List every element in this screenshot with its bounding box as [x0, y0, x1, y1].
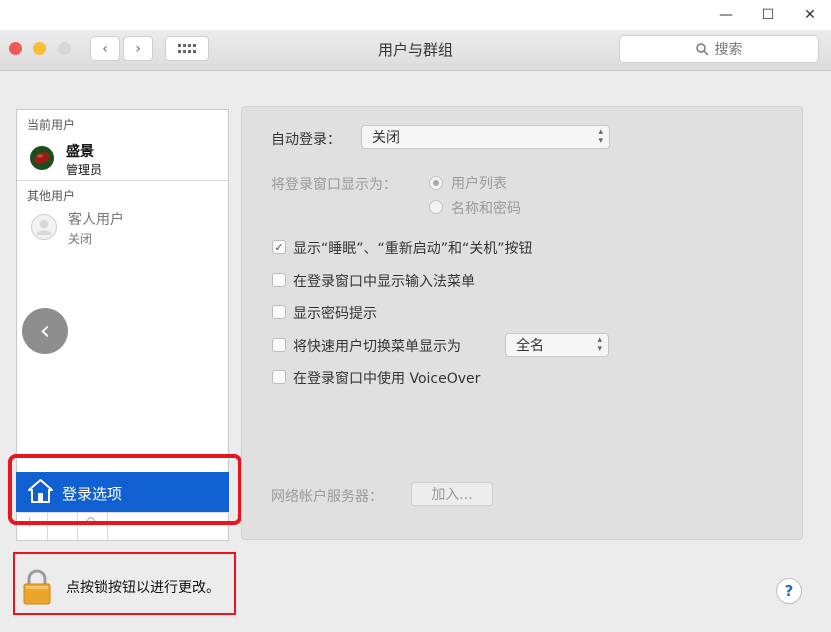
guest-avatar-icon	[31, 214, 57, 240]
user-item-current[interactable]: 盛景 管理员	[17, 136, 228, 181]
forward-button[interactable]: ›	[123, 36, 153, 61]
preferences-toolbar: ‹ › 用户与群组 搜索	[0, 30, 831, 71]
avatar	[30, 146, 54, 170]
updown-arrows-icon: ▴ ▾	[597, 335, 602, 354]
auto-login-value: 关闭	[372, 130, 400, 146]
help-button[interactable]: ?	[776, 578, 802, 604]
current-user-name: 盛景	[66, 144, 94, 160]
grid-icon	[178, 43, 196, 53]
search-placeholder: 搜索	[714, 42, 743, 58]
fast-user-switch-label: 将快速用户切换菜单显示为	[293, 339, 461, 355]
checkbox-show-power-buttons[interactable]: ✓	[272, 240, 286, 254]
fast-user-switch-popup[interactable]: 全名 ▴ ▾	[505, 333, 609, 357]
chevron-left-icon: ‹	[39, 316, 51, 346]
zoom-traffic-light[interactable]	[58, 42, 71, 55]
back-overlay-button[interactable]: ‹	[22, 308, 68, 354]
minimize-traffic-light[interactable]	[33, 42, 46, 55]
checkbox-input-menu[interactable]	[272, 273, 286, 287]
fast-user-switch-value: 全名	[516, 338, 544, 354]
chevron-left-icon: ‹	[102, 40, 108, 57]
voiceover-label: 在登录窗口中使用 VoiceOver	[293, 371, 481, 387]
password-hints-label: 显示密码提示	[293, 306, 377, 322]
checkmark-icon: ✓	[274, 240, 284, 254]
checkbox-voiceover[interactable]	[272, 370, 286, 384]
close-traffic-light[interactable]	[9, 42, 22, 55]
window-maximize-button[interactable]: ☐	[748, 0, 788, 30]
highlight-annotation	[8, 454, 242, 525]
chevron-right-icon: ›	[135, 40, 141, 57]
network-server-label: 网络帐户服务器：	[271, 489, 383, 505]
show-all-button[interactable]	[165, 36, 209, 61]
lock-instruction-text: 点按锁按钮以进行更改。	[66, 580, 220, 596]
close-icon: ✕	[804, 7, 816, 23]
current-user-role: 管理员	[66, 163, 103, 177]
current-users-heading: 当前用户	[27, 118, 76, 132]
join-button[interactable]: 加入...	[411, 482, 493, 506]
updown-arrows-icon: ▴ ▾	[598, 127, 603, 146]
window-title: 用户与群组	[377, 41, 453, 59]
maximize-icon: ☐	[761, 7, 775, 23]
radio-user-list[interactable]	[429, 176, 443, 190]
radio-user-list-label: 用户列表	[451, 176, 507, 192]
login-options-panel	[241, 106, 803, 540]
minimize-icon: —	[719, 7, 733, 23]
user-item-guest[interactable]: 客人用户 关闭	[17, 205, 228, 249]
show-power-buttons-label: 显示“睡眠”、“重新启动”和“关机”按钮	[293, 241, 533, 257]
window-minimize-button[interactable]: —	[706, 0, 746, 30]
other-users-heading: 其他用户	[27, 189, 76, 203]
help-icon: ?	[784, 582, 794, 600]
radio-selected-dot	[433, 180, 439, 186]
display-window-label: 将登录窗口显示为：	[271, 177, 397, 193]
window-close-button[interactable]: ✕	[790, 0, 830, 30]
auto-login-popup[interactable]: 关闭 ▴ ▾	[361, 125, 610, 149]
radio-name-password[interactable]	[429, 200, 443, 214]
auto-login-label: 自动登录：	[271, 132, 341, 148]
guest-user-status: 关闭	[68, 232, 93, 246]
checkbox-fast-user-switch[interactable]	[272, 338, 286, 352]
checkbox-password-hints[interactable]	[272, 305, 286, 319]
lock-icon[interactable]	[22, 569, 52, 605]
input-menu-label: 在登录窗口中显示输入法菜单	[293, 274, 475, 290]
search-field[interactable]: 搜索	[619, 35, 819, 63]
search-icon	[695, 42, 709, 56]
back-button[interactable]: ‹	[90, 36, 120, 61]
guest-user-name: 客人用户	[68, 212, 124, 228]
radio-name-password-label: 名称和密码	[451, 201, 521, 217]
